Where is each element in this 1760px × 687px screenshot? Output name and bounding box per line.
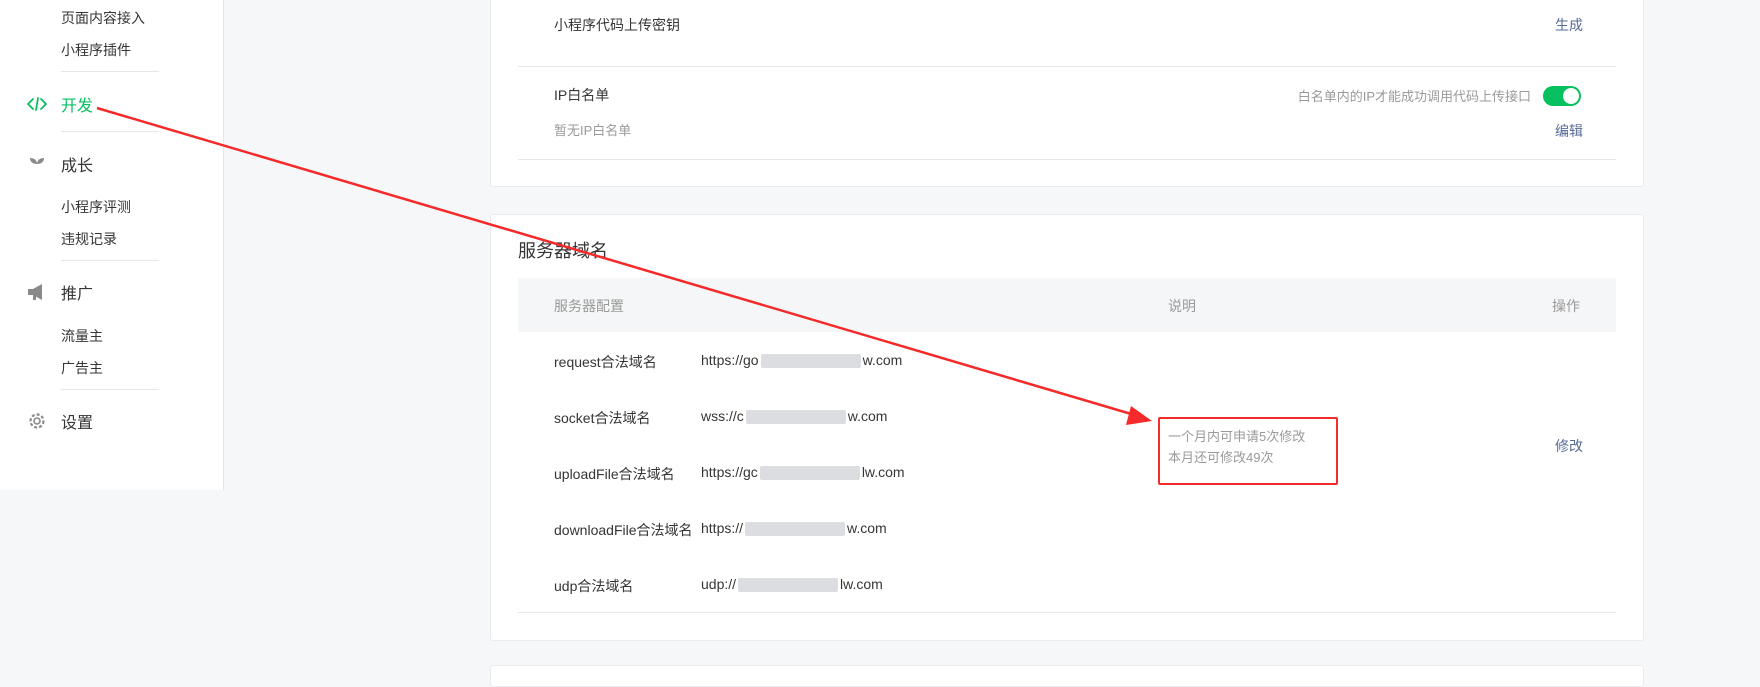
column-header-description: 说明 [1168,298,1196,314]
dev-settings-card: 小程序代码上传密钥 生成 IP白名单 暂无IP白名单 白名单内的IP才能成功调用… [490,0,1644,187]
next-card [490,665,1644,687]
domain-suffix: w.com [847,408,888,424]
domain-row-value: https://go w.com [701,352,903,369]
sidebar-item-label: 推广 [61,286,94,303]
domain-row-value: udp:// lw.com [701,576,883,593]
server-domain-card: 服务器域名 服务器配置 说明 操作 request合法域名 https://go… [490,214,1644,641]
sidebar-divider [61,71,159,72]
row-divider [518,66,1616,67]
redacted-block [759,466,860,481]
toggle-knob [1563,88,1579,104]
domain-prefix: wss://c [701,408,744,424]
domain-suffix: w.com [862,352,903,368]
domain-suffix: lw.com [840,576,883,592]
sidebar-item-dev[interactable]: 开发 [27,92,93,116]
table-header: 服务器配置 说明 操作 [518,278,1616,332]
row-divider [518,612,1616,613]
sidebar-item-traffic-owner[interactable]: 流量主 [61,326,103,346]
sprout-icon [27,154,47,174]
ip-whitelist-label: IP白名单 [554,87,610,103]
sidebar-item-settings[interactable]: 设置 [27,409,93,433]
sidebar-item-page-content[interactable]: 页面内容接入 [61,8,145,28]
column-header-action: 操作 [1552,298,1580,314]
domain-row-name: downloadFile合法域名 [554,522,693,538]
domain-row-name: request合法域名 [554,354,657,370]
domain-row-name: udp合法域名 [554,578,634,594]
upload-key-label: 小程序代码上传密钥 [554,17,680,33]
row-divider [518,159,1616,160]
generate-key-link[interactable]: 生成 [1555,15,1583,35]
domain-prefix: https:// [701,520,744,536]
redacted-block [745,522,846,537]
annotation-highlight-box [1158,417,1338,485]
sidebar-item-promo[interactable]: 推广 [27,280,93,304]
column-header-config: 服务器配置 [554,298,624,314]
ip-whitelist-hint: 白名单内的IP才能成功调用代码上传接口 [1297,89,1531,104]
sidebar-item-label: 开发 [61,98,94,115]
redacted-block [745,410,846,425]
sidebar-item-advertiser[interactable]: 广告主 [61,358,103,378]
code-icon [27,94,47,114]
domain-suffix: w.com [847,520,887,536]
sidebar-divider [61,131,159,132]
sidebar-divider [61,389,159,390]
sidebar-item-review[interactable]: 小程序评测 [61,197,131,217]
sidebar: 页面内容接入 小程序插件 开发 成长 小程序评测 违规记录 推广 流量主 广告主… [0,0,224,490]
domain-row-value: wss://c w.com [701,408,888,425]
megaphone-icon [27,282,47,302]
gear-icon [27,411,47,431]
domain-suffix: lw.com [861,464,905,480]
redacted-block [738,578,839,593]
sidebar-item-violations[interactable]: 违规记录 [61,229,117,249]
domain-row-value: https://gc lw.com [701,464,905,481]
domain-prefix: https://gc [701,464,758,480]
domain-row-value: https:// w.com [701,520,887,537]
domain-row-name: uploadFile合法域名 [554,466,675,482]
domain-prefix: https://go [701,352,759,368]
server-domain-title: 服务器域名 [518,241,608,261]
domain-row-name: socket合法域名 [554,410,651,426]
sidebar-item-label: 成长 [61,158,94,175]
domain-prefix: udp:// [701,576,737,592]
sidebar-item-grow[interactable]: 成长 [27,152,93,176]
sidebar-divider [61,260,159,261]
ip-whitelist-empty: 暂无IP白名单 [554,123,632,138]
edit-whitelist-link[interactable]: 编辑 [1555,121,1583,141]
redacted-block [760,354,861,369]
sidebar-item-plugin[interactable]: 小程序插件 [61,40,131,60]
sidebar-item-label: 设置 [61,415,94,432]
ip-whitelist-toggle[interactable] [1543,86,1581,106]
modify-domains-link[interactable]: 修改 [1555,436,1583,456]
